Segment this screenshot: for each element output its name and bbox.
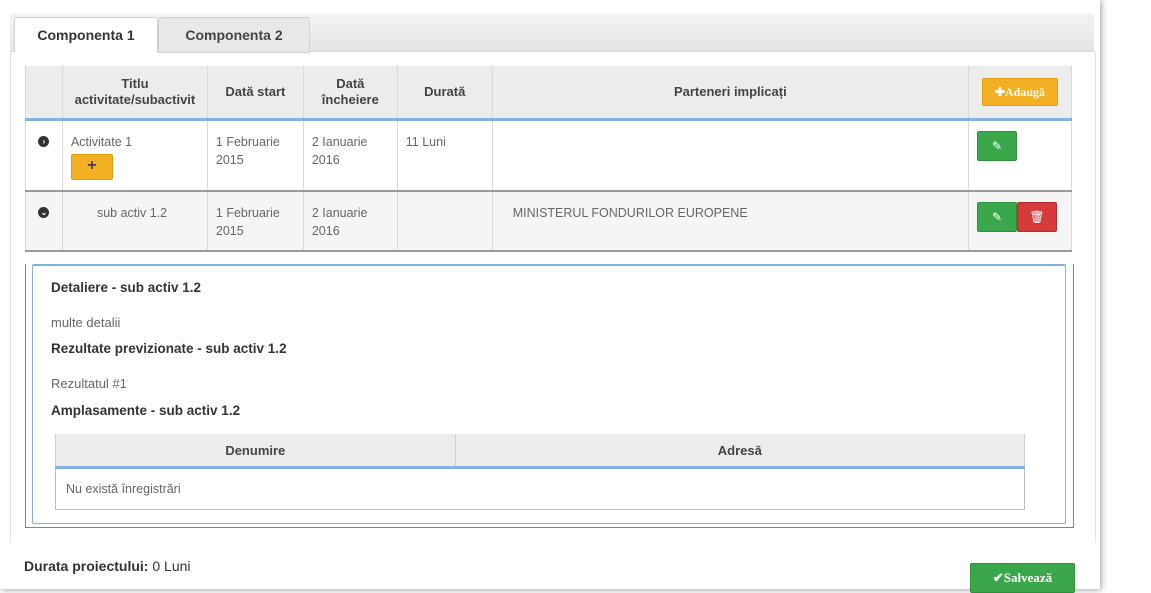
row-duration-cell: 11 Luni bbox=[397, 119, 493, 191]
delete-button[interactable]: 🗑 bbox=[1016, 202, 1057, 232]
table-header-row: Titlu activitate/subactivit Dată start D… bbox=[25, 66, 1073, 120]
column-header-partners: Parteneri implicați bbox=[492, 66, 969, 120]
tab-panel: Titlu activitate/subactivit Dată start D… bbox=[10, 52, 1096, 542]
row-actions-cell: ✎ bbox=[968, 119, 1073, 191]
trash-icon: 🗑 bbox=[1029, 210, 1045, 224]
edit-button[interactable]: ✎ bbox=[976, 131, 1017, 161]
amplasamente-heading: Amplasamente - sub activ 1.2 bbox=[51, 403, 241, 418]
row-partners-cell bbox=[492, 119, 969, 191]
row-start-cell: 1 Februarie 2015 bbox=[207, 191, 304, 251]
table-row: Nu există înregistrări bbox=[55, 467, 1025, 510]
row-duration-cell bbox=[397, 191, 493, 251]
edit-icon: ✎ bbox=[991, 210, 1002, 224]
row-actions-cell: ✎ 🗑 bbox=[968, 191, 1073, 251]
toggle-column-header bbox=[25, 66, 63, 120]
project-duration-value: 0 Luni bbox=[152, 558, 191, 574]
chevron-down-circle-icon[interactable]: ⌄ bbox=[38, 207, 50, 218]
chevron-right-circle-icon[interactable]: › bbox=[38, 136, 50, 147]
column-header-start: Dată start bbox=[207, 66, 304, 120]
row-title-cell: Activitate 1 + bbox=[62, 119, 208, 191]
page-frame: Componenta 1 Componenta 2 Titlu activita… bbox=[0, 0, 1100, 593]
row-end-cell: 2 Ianuarie 2016 bbox=[303, 191, 398, 251]
row-start-cell: 1 Februarie 2015 bbox=[207, 119, 304, 191]
amplasamente-table: Denumire Adresă Nu există înregistrări bbox=[55, 434, 1026, 510]
row-toggle-cell: › bbox=[25, 119, 63, 191]
project-duration-label: Durata proiectului: bbox=[24, 558, 149, 574]
tab-bar: Componenta 1 Componenta 2 bbox=[10, 13, 1094, 53]
tab-componenta-1[interactable]: Componenta 1 bbox=[14, 17, 158, 53]
project-duration: Durata proiectului: 0 Luni bbox=[24, 558, 191, 574]
column-header-duration: Durată bbox=[397, 66, 493, 120]
column-header-adresa: Adresă bbox=[454, 434, 1026, 468]
table-row: › Activitate 1 + 1 Februarie 2015 2 Ianu… bbox=[25, 119, 1073, 191]
column-header-denumire: Denumire bbox=[55, 434, 456, 468]
activities-table: Titlu activitate/subactivit Dată start D… bbox=[25, 66, 1073, 252]
row-title-cell: sub activ 1.2 bbox=[62, 191, 208, 251]
row-partners-cell: MINISTERUL FONDURILOR EUROPENE bbox=[492, 191, 969, 251]
row-title: Activitate 1 bbox=[70, 135, 133, 149]
add-activity-button[interactable]: ✚Adaugă bbox=[981, 78, 1059, 106]
row-toggle-cell: ⌄ bbox=[25, 191, 63, 251]
rezultate-text: Rezultatul #1 bbox=[51, 376, 127, 391]
detail-panel: Detaliere - sub activ 1.2 multe detalii … bbox=[32, 264, 1066, 524]
edit-button[interactable]: ✎ bbox=[976, 202, 1017, 232]
table-row: ⌄ sub activ 1.2 1 Februarie 2015 2 Ianua… bbox=[25, 191, 1073, 251]
sub-table-header-row: Denumire Adresă bbox=[55, 434, 1026, 468]
detail-panel-outer: Detaliere - sub activ 1.2 multe detalii … bbox=[25, 264, 1074, 528]
actions-column-header: ✚Adaugă bbox=[968, 66, 1073, 120]
row-end-cell: 2 Ianuarie 2016 bbox=[303, 119, 398, 191]
empty-message: Nu există înregistrări bbox=[55, 467, 1025, 510]
rezultate-heading: Rezultate previzionate - sub activ 1.2 bbox=[51, 341, 287, 356]
tab-componenta-2[interactable]: Componenta 2 bbox=[158, 17, 310, 53]
detaliere-text: multe detalii bbox=[51, 315, 121, 330]
detaliere-heading: Detaliere - sub activ 1.2 bbox=[51, 280, 202, 295]
edit-icon: ✎ bbox=[991, 139, 1002, 153]
column-header-end: Dată încheiere bbox=[303, 66, 398, 120]
column-header-title: Titlu activitate/subactivit bbox=[62, 66, 208, 120]
add-subactivity-button[interactable]: + bbox=[70, 154, 113, 180]
